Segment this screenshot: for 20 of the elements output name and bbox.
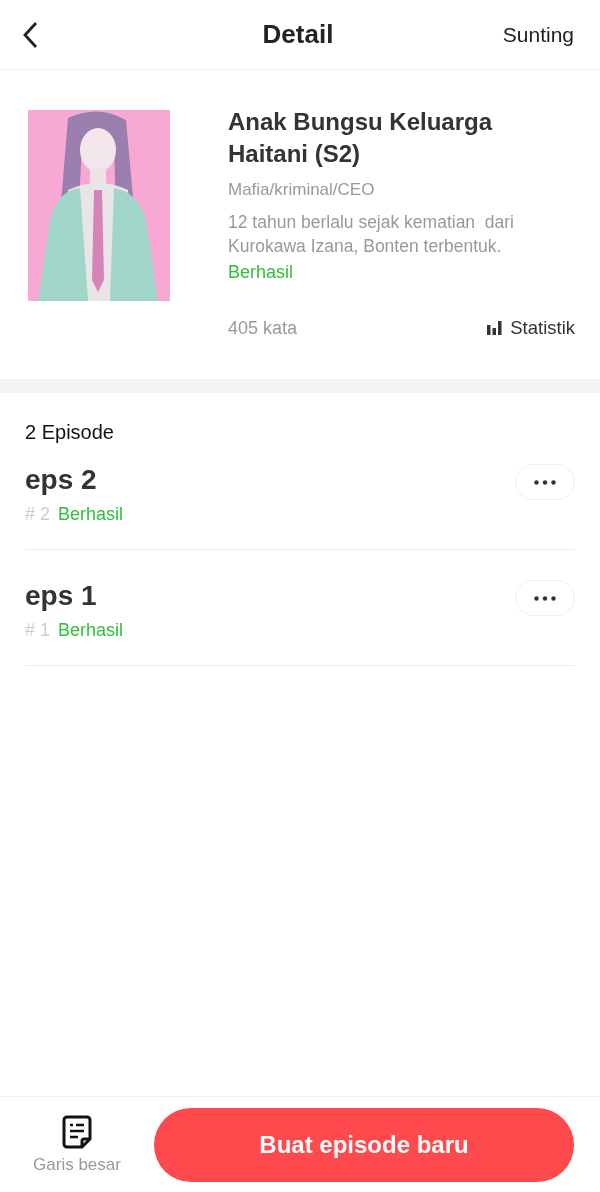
episode-title[interactable]: eps 2 [25, 464, 124, 496]
book-title: Anak Bungsu Keluarga Haitani (S2) [228, 107, 494, 169]
edit-button[interactable]: Sunting [502, 22, 574, 47]
episode-status: Berhasil [58, 620, 124, 641]
book-genre: Mafia/kriminal/CEO [228, 180, 376, 200]
more-icon [534, 595, 556, 601]
book-synopsis: 12 tahun berlalu sejak kematian dari Kurokawa Izana, Bonten terbentuk. [228, 211, 515, 258]
page-title: Detail [262, 19, 334, 50]
back-icon [22, 20, 38, 49]
episode-status: Berhasil [58, 504, 124, 525]
statistics-link[interactable]: Statistik [487, 317, 575, 339]
book-status: Berhasil [228, 262, 295, 283]
episode-title[interactable]: eps 1 [25, 580, 124, 612]
more-button[interactable] [515, 464, 575, 500]
episode-count: 2 Episode [25, 421, 115, 444]
bar-chart-icon [487, 321, 503, 335]
word-count: 405 kata [228, 317, 298, 339]
more-button[interactable] [515, 580, 575, 616]
document-icon [62, 1114, 92, 1149]
more-icon [534, 479, 556, 485]
